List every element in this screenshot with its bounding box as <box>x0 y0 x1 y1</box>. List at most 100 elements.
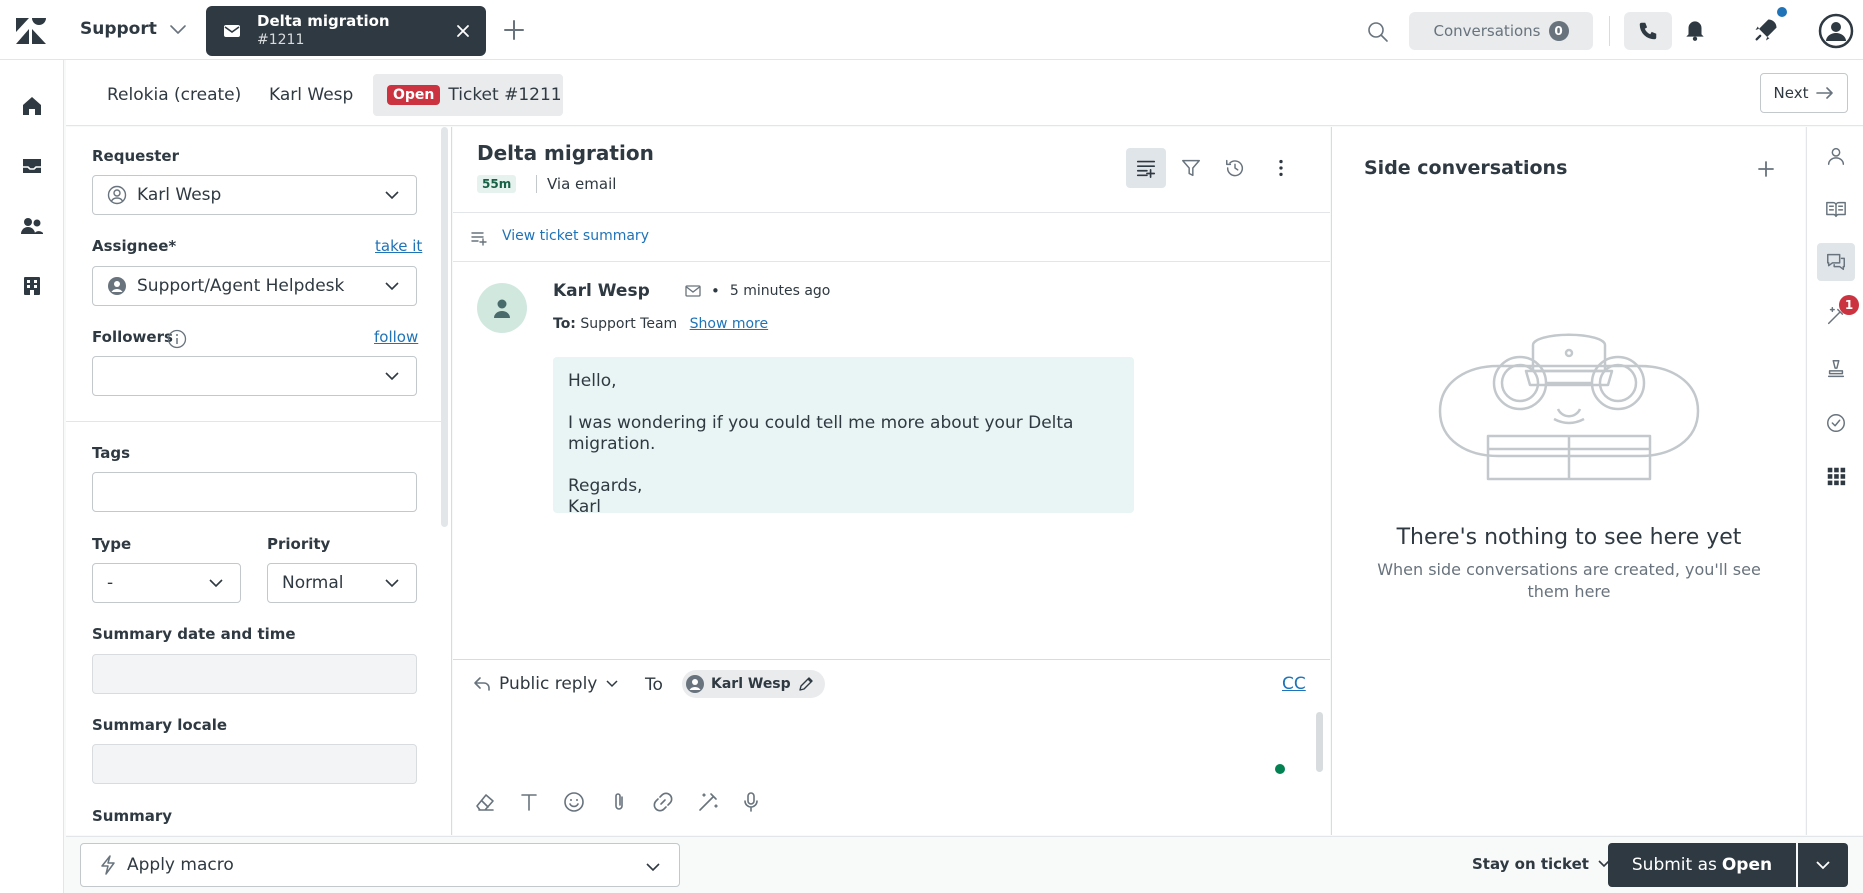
talk-button[interactable] <box>1624 12 1672 50</box>
bell-icon <box>1686 21 1704 41</box>
take-it-link[interactable]: take it <box>375 237 422 255</box>
customers-icon[interactable] <box>20 214 44 238</box>
cc-link[interactable]: CC <box>1282 674 1306 694</box>
add-side-conversation-button[interactable] <box>1756 159 1776 179</box>
filter-icon <box>1182 159 1200 177</box>
home-icon[interactable] <box>20 94 44 118</box>
inbox-icon[interactable] <box>20 154 44 178</box>
arrow-right-icon <box>1816 87 1834 99</box>
apply-macro-select[interactable]: Apply macro <box>80 843 680 887</box>
more-vertical-icon <box>1279 159 1283 177</box>
knowledge-icon[interactable] <box>1817 190 1855 228</box>
tags-input[interactable] <box>92 472 417 512</box>
search-button[interactable] <box>1366 20 1390 44</box>
notification-dot <box>1777 7 1787 17</box>
magic-wand-icon[interactable] <box>696 790 720 814</box>
followers-field[interactable] <box>92 356 417 396</box>
product-switcher[interactable]: Support <box>80 19 187 39</box>
list-icon <box>1136 160 1156 178</box>
chevron-down-icon <box>606 680 618 688</box>
microphone-icon[interactable] <box>739 790 763 814</box>
recipient-pill[interactable]: Karl Wesp <box>682 670 825 698</box>
apply-macro-label: Apply macro <box>127 855 234 875</box>
avatar[interactable] <box>477 283 527 333</box>
filter-button[interactable] <box>1171 148 1211 188</box>
assignee-value: Support/Agent Helpdesk <box>137 276 345 296</box>
message-line: Hello, <box>568 371 617 391</box>
scrollbar[interactable] <box>1316 712 1323 772</box>
side-conversations-icon[interactable] <box>1817 243 1855 281</box>
avatar-icon <box>1818 13 1854 49</box>
ticket-properties-panel: Requester Karl Wesp Assignee* take it Su… <box>66 127 452 835</box>
getting-started-button[interactable] <box>1752 16 1780 44</box>
text-format-icon[interactable] <box>517 790 541 814</box>
eraser-icon[interactable] <box>473 790 497 814</box>
type-value: - <box>107 573 114 593</box>
followers-label: Followers <box>92 328 173 346</box>
rocket-icon <box>1755 19 1777 41</box>
user-icon <box>494 299 510 318</box>
submit-button[interactable]: Submit as Open <box>1608 843 1796 887</box>
close-icon[interactable] <box>455 23 471 39</box>
conversations-button[interactable]: Conversations 0 <box>1409 12 1593 50</box>
chevron-down-icon <box>385 282 399 291</box>
requester-field[interactable]: Karl Wesp <box>92 175 417 215</box>
submit-options-button[interactable] <box>1798 843 1848 887</box>
check-circle-icon[interactable] <box>1817 404 1855 442</box>
search-icon <box>1368 22 1388 42</box>
organizations-icon[interactable] <box>20 274 44 298</box>
tab-user[interactable]: Karl Wesp <box>269 74 353 116</box>
link-icon[interactable] <box>651 790 675 814</box>
attachment-icon[interactable] <box>607 790 631 814</box>
mail-icon <box>224 25 240 37</box>
chevron-down-icon <box>646 863 660 872</box>
view-ticket-summary-link[interactable]: View ticket summary <box>502 228 649 244</box>
user-avatar[interactable] <box>1818 13 1854 49</box>
tab-ticket[interactable]: Open Ticket #1211 <box>373 74 563 116</box>
assignee-field[interactable]: Support/Agent Helpdesk <box>92 266 417 306</box>
message-time: 5 minutes ago <box>729 283 831 299</box>
divider <box>1609 16 1610 46</box>
emoji-icon[interactable] <box>562 790 586 814</box>
to-label: To <box>645 675 663 695</box>
show-more-link[interactable]: Show more <box>690 316 769 332</box>
to-prefix: To: <box>553 316 576 332</box>
requester-label: Requester <box>92 147 179 165</box>
lightning-icon <box>101 855 115 875</box>
follow-link[interactable]: follow <box>374 328 418 346</box>
submit-status: Open <box>1721 855 1773 875</box>
next-ticket-button[interactable]: Next <box>1760 73 1848 113</box>
scrollbar[interactable] <box>441 127 448 527</box>
side-conversations-title: Side conversations <box>1364 157 1568 179</box>
bullet-separator: • <box>711 282 720 300</box>
add-tab-button[interactable] <box>502 18 526 42</box>
message-author[interactable]: Karl Wesp <box>553 281 650 301</box>
ticket-channel: Via email <box>536 175 616 193</box>
priority-select[interactable]: Normal <box>267 563 417 603</box>
reply-type-selector[interactable]: Public reply <box>473 674 619 694</box>
more-options-button[interactable] <box>1261 148 1301 188</box>
pencil-icon[interactable] <box>797 675 815 693</box>
conversation-view-button[interactable] <box>1126 148 1166 188</box>
info-icon[interactable] <box>167 329 187 349</box>
notifications-button[interactable] <box>1682 16 1708 42</box>
type-select[interactable]: - <box>92 563 241 603</box>
plus-icon <box>504 20 524 40</box>
history-icon <box>1226 159 1244 177</box>
zendesk-logo-icon[interactable] <box>16 18 46 44</box>
stay-on-ticket-selector[interactable]: Stay on ticket <box>1472 855 1611 873</box>
left-navigation <box>0 60 64 893</box>
stay-on-ticket-label: Stay on ticket <box>1472 855 1589 873</box>
tab-organization[interactable]: Relokia (create) <box>107 74 241 116</box>
ticket-subject[interactable]: Delta migration <box>477 141 654 165</box>
history-button[interactable] <box>1215 148 1255 188</box>
priority-label: Priority <box>267 535 331 553</box>
summary-date-field <box>92 654 417 694</box>
customer-context-icon[interactable] <box>1817 137 1855 175</box>
workspace-tab-ticket[interactable]: Delta migration #1211 <box>206 6 486 56</box>
ticket-age-badge: 55m <box>477 175 517 193</box>
apps-grid-icon[interactable] <box>1817 457 1855 495</box>
stamp-icon[interactable] <box>1817 350 1855 388</box>
reply-composer: Public reply To Karl Wesp CC <box>453 659 1330 835</box>
status-badge: Open <box>387 85 441 105</box>
